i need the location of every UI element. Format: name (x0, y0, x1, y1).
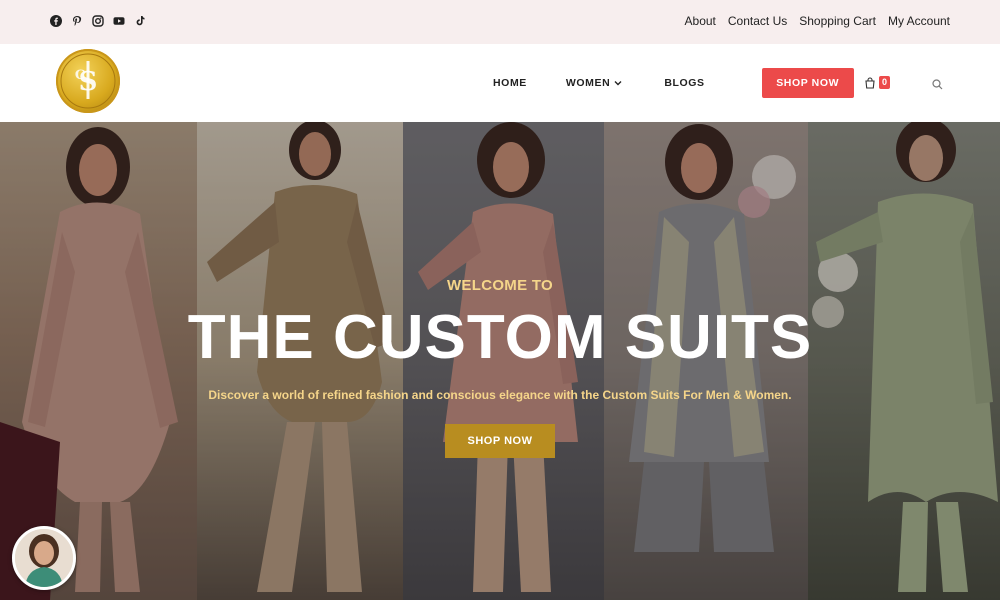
hero-banner: WELCOME TO THE CUSTOM SUITS Discover a w… (0, 122, 1000, 600)
shopping-cart-link[interactable]: Shopping Cart (799, 14, 876, 28)
shopping-bag-icon (865, 76, 875, 89)
main-header: S C HOME WOMEN BLOGS SHOP NOW 0 (0, 44, 1000, 122)
shop-now-button[interactable]: SHOP NOW (761, 68, 854, 98)
hero-shop-now-button[interactable]: SHOP NOW (445, 424, 555, 458)
instagram-icon[interactable] (92, 15, 104, 27)
avatar-portrait-icon (15, 529, 73, 587)
tiktok-icon[interactable] (134, 15, 146, 27)
hero-content: WELCOME TO THE CUSTOM SUITS Discover a w… (0, 122, 1000, 600)
nav-women-label: WOMEN (565, 77, 611, 89)
hero-subtitle: Discover a world of refined fashion and … (208, 388, 792, 402)
hero-title: THE CUSTOM SUITS (187, 303, 813, 372)
nav-home[interactable]: HOME (493, 77, 527, 89)
brand-logo[interactable]: S C (56, 49, 120, 113)
search-icon (932, 79, 943, 90)
youtube-icon[interactable] (113, 15, 125, 27)
contact-us-link[interactable]: Contact Us (728, 14, 787, 28)
main-navigation: HOME WOMEN BLOGS SHOP NOW (493, 44, 854, 122)
nav-women[interactable]: WOMEN (566, 77, 622, 89)
nav-blogs[interactable]: BLOGS (664, 77, 704, 89)
pinterest-icon[interactable] (71, 15, 83, 27)
top-navigation: About Contact Us Shopping Cart My Accoun… (685, 14, 950, 28)
hero-welcome: WELCOME TO (446, 277, 554, 294)
chevron-down-icon (614, 81, 622, 86)
my-account-link[interactable]: My Account (888, 14, 950, 28)
cart-count-badge: 0 (879, 76, 891, 89)
top-bar: About Contact Us Shopping Cart My Accoun… (0, 0, 1000, 44)
about-link[interactable]: About (685, 14, 716, 28)
search-button[interactable] (932, 77, 943, 95)
chat-avatar[interactable] (12, 526, 76, 590)
logo-monogram-icon: S C (60, 53, 116, 109)
social-links (50, 15, 146, 27)
svg-text:C: C (75, 68, 85, 83)
facebook-icon[interactable] (50, 15, 62, 27)
cart-widget[interactable]: 0 (864, 76, 891, 89)
